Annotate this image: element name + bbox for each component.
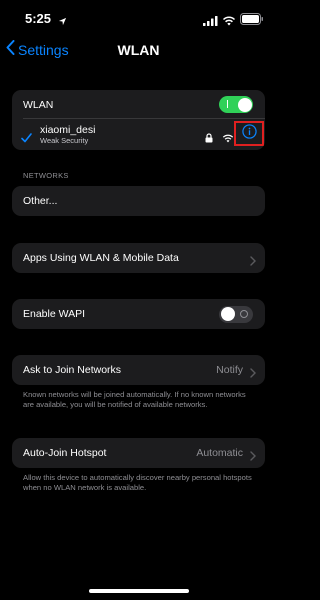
wapi-label: Enable WAPI	[23, 308, 86, 320]
toggle-knob	[220, 307, 235, 321]
chevron-right-icon	[250, 365, 256, 383]
networks-section-header: NETWORKS	[23, 171, 69, 180]
wlan-toggle-switch[interactable]	[219, 96, 253, 113]
wapi-toggle-switch[interactable]	[219, 305, 253, 323]
auto-join-group: Auto-Join Hotspot Automatic	[12, 438, 265, 468]
auto-join-value: Automatic	[196, 447, 243, 459]
networks-group: Other...	[12, 186, 265, 216]
apps-using-group: Apps Using WLAN & Mobile Data	[12, 243, 265, 273]
home-indicator[interactable]	[89, 589, 189, 593]
auto-join-row[interactable]: Auto-Join Hotspot Automatic	[12, 438, 265, 468]
network-name: xiaomi_desi	[40, 124, 96, 136]
wlan-toggle-row: WLAN	[12, 90, 265, 119]
location-arrow-icon	[58, 13, 67, 31]
checkmark-icon	[21, 130, 32, 148]
chevron-right-icon	[250, 253, 256, 271]
apps-using-label: Apps Using WLAN & Mobile Data	[23, 252, 179, 264]
lock-icon	[205, 130, 213, 148]
apps-using-row[interactable]: Apps Using WLAN & Mobile Data	[12, 243, 265, 273]
toggle-off-mark	[240, 309, 248, 318]
auto-join-footnote: Allow this device to automatically disco…	[23, 473, 252, 492]
status-time: 5:25	[25, 11, 52, 26]
battery-icon	[240, 12, 264, 30]
wapi-row: Enable WAPI	[12, 299, 265, 329]
ask-to-join-label: Ask to Join Networks	[23, 364, 122, 376]
status-bar: 5:25	[0, 0, 277, 36]
cellular-signal-icon	[203, 13, 218, 31]
toggle-knob	[237, 97, 252, 112]
network-info-button[interactable]	[234, 121, 264, 146]
network-security-label: Weak Security	[40, 136, 89, 145]
ask-to-join-footnote: Known networks will be joined automatica…	[23, 390, 246, 409]
other-network-label: Other...	[23, 195, 58, 207]
navigation-bar: Settings WLAN	[0, 36, 277, 64]
auto-join-label: Auto-Join Hotspot	[23, 447, 107, 459]
wifi-status-icon	[222, 13, 236, 31]
ask-to-join-value: Notify	[216, 364, 243, 376]
wlan-group: WLAN xiaomi_desi Weak Security	[12, 90, 265, 150]
ask-to-join-group: Ask to Join Networks Notify	[12, 355, 265, 385]
wapi-group: Enable WAPI	[12, 299, 265, 329]
wlan-toggle-label: WLAN	[23, 98, 54, 111]
ask-to-join-row[interactable]: Ask to Join Networks Notify	[12, 355, 265, 385]
toggle-on-mark	[227, 100, 228, 108]
wifi-strength-icon	[222, 130, 234, 148]
page-title: WLAN	[117, 42, 160, 58]
connected-network-row[interactable]: xiaomi_desi Weak Security	[12, 119, 265, 150]
info-icon	[241, 123, 257, 144]
chevron-right-icon	[250, 448, 256, 466]
other-network-row[interactable]: Other...	[12, 186, 265, 216]
